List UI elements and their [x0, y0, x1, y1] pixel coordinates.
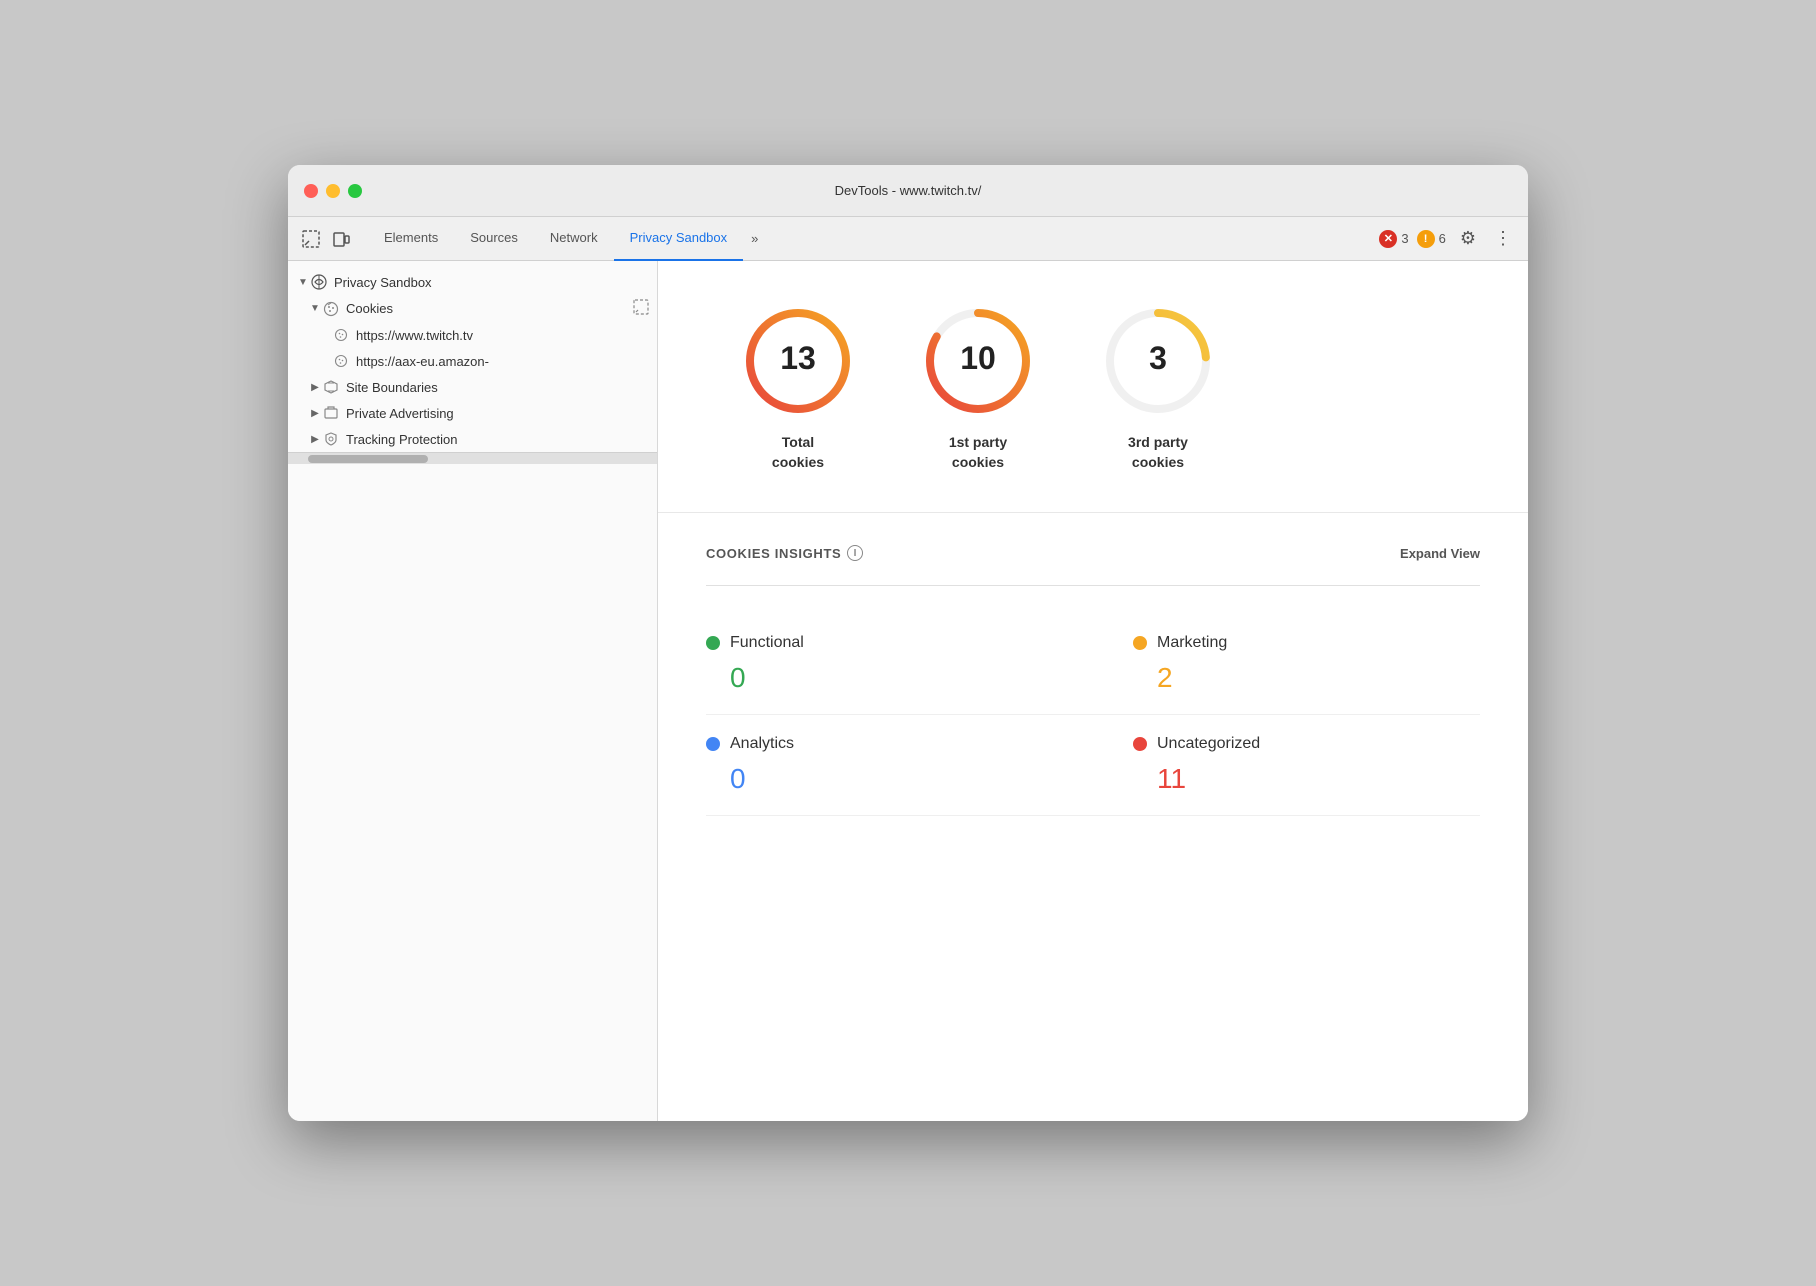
insights-info-icon[interactable]: i: [847, 545, 863, 561]
insights-header: COOKIES INSIGHTS i Expand View: [706, 545, 1480, 561]
sidebar-item-twitch-url[interactable]: https://www.twitch.tv: [288, 322, 657, 348]
uncategorized-header: Uncategorized: [1133, 735, 1480, 753]
insights-divider: [706, 585, 1480, 586]
expand-view-button[interactable]: Expand View: [1400, 546, 1480, 561]
sidebar-amazon-label: https://aax-eu.amazon-: [356, 354, 649, 369]
uncategorized-dot: [1133, 737, 1147, 751]
sidebar-scrollbar: [288, 452, 657, 464]
marketing-header: Marketing: [1133, 634, 1480, 652]
third-party-circle: 3: [1098, 301, 1218, 421]
svg-text:10: 10: [960, 340, 996, 376]
functional-value: 0: [706, 662, 1093, 694]
device-icon[interactable]: [330, 228, 352, 250]
close-button[interactable]: [304, 184, 318, 198]
chevron-right-icon: ▶: [308, 432, 322, 446]
sidebar-item-cookies[interactable]: ▼ Cookies: [288, 295, 657, 322]
third-party-cookies-stat: 3 3rd partycookies: [1098, 301, 1218, 472]
private-advertising-icon: [322, 404, 340, 422]
scrollbar-thumb[interactable]: [308, 455, 428, 463]
insight-analytics: Analytics 0: [706, 715, 1093, 816]
tab-network[interactable]: Network: [534, 217, 614, 261]
analytics-header: Analytics: [706, 735, 1093, 753]
total-cookies-stat: 13 Totalcookies: [738, 301, 858, 472]
content-area: 13 Totalcookies: [658, 261, 1528, 1121]
insight-functional: Functional 0: [706, 614, 1093, 715]
sidebar-cookies-label: Cookies: [346, 301, 633, 316]
sidebar-item-site-boundaries[interactable]: ▶ Site Boundaries: [288, 374, 657, 400]
functional-dot: [706, 636, 720, 650]
marketing-dot: [1133, 636, 1147, 650]
toolbar-icons: [300, 228, 352, 250]
minimize-button[interactable]: [326, 184, 340, 198]
warning-badge[interactable]: ! 6: [1417, 230, 1446, 248]
sidebar-item-private-advertising[interactable]: ▶ Private Advertising: [288, 400, 657, 426]
window-title: DevTools - www.twitch.tv/: [835, 183, 982, 198]
cookies-stats: 13 Totalcookies: [658, 261, 1528, 513]
more-options-button[interactable]: ⋮: [1490, 228, 1516, 249]
tracking-protection-icon: [322, 430, 340, 448]
maximize-button[interactable]: [348, 184, 362, 198]
insight-uncategorized: Uncategorized 11: [1093, 715, 1480, 816]
insights-grid: Functional 0 Marketing 2: [706, 614, 1480, 816]
sidebar-tracking-protection-label: Tracking Protection: [346, 432, 649, 447]
sidebar-private-advertising-label: Private Advertising: [346, 406, 649, 421]
cookie-url-amazon-icon: [332, 352, 350, 370]
titlebar: DevTools - www.twitch.tv/: [288, 165, 1528, 217]
chevron-right-icon: ▶: [308, 380, 322, 394]
tab-privacy-sandbox[interactable]: Privacy Sandbox: [614, 217, 744, 261]
inspect-icon[interactable]: [300, 228, 322, 250]
cookies-action-icon[interactable]: [633, 299, 649, 318]
toolbar-tabs: Elements Sources Network Privacy Sandbox…: [368, 217, 1379, 261]
sidebar: ▼ Privacy Sandbox ▼: [288, 261, 658, 1121]
error-icon: ✕: [1379, 230, 1397, 248]
insights-title: COOKIES INSIGHTS i: [706, 545, 863, 561]
traffic-lights: [304, 184, 362, 198]
marketing-value: 2: [1133, 662, 1480, 694]
svg-text:13: 13: [780, 340, 816, 376]
insights-section: COOKIES INSIGHTS i Expand View Functiona…: [658, 513, 1528, 848]
sidebar-twitch-label: https://www.twitch.tv: [356, 328, 649, 343]
tab-elements[interactable]: Elements: [368, 217, 454, 261]
toolbar-right: ✕ 3 ! 6 ⚙ ⋮: [1379, 228, 1516, 249]
tab-more-button[interactable]: »: [743, 217, 766, 261]
settings-button[interactable]: ⚙: [1454, 228, 1482, 249]
functional-label: Functional: [730, 634, 804, 652]
functional-header: Functional: [706, 634, 1093, 652]
first-party-circle: 10: [918, 301, 1038, 421]
main-layout: ▼ Privacy Sandbox ▼: [288, 261, 1528, 1121]
site-boundaries-icon: [322, 378, 340, 396]
devtools-window: DevTools - www.twitch.tv/ Elements: [288, 165, 1528, 1121]
toolbar: Elements Sources Network Privacy Sandbox…: [288, 217, 1528, 261]
privacy-sandbox-icon: [310, 273, 328, 291]
chevron-down-icon: ▼: [308, 302, 322, 316]
first-party-cookies-stat: 10 1st partycookies: [918, 301, 1038, 472]
analytics-label: Analytics: [730, 735, 794, 753]
sidebar-item-privacy-sandbox-root[interactable]: ▼ Privacy Sandbox: [288, 269, 657, 295]
cookie-url-icon: [332, 326, 350, 344]
insight-marketing: Marketing 2: [1093, 614, 1480, 715]
sidebar-privacy-sandbox-label: Privacy Sandbox: [334, 275, 649, 290]
svg-text:3: 3: [1149, 340, 1167, 376]
sidebar-site-boundaries-label: Site Boundaries: [346, 380, 649, 395]
analytics-value: 0: [706, 763, 1093, 795]
total-cookies-circle: 13: [738, 301, 858, 421]
total-cookies-label: Totalcookies: [772, 433, 824, 472]
cookies-icon: [322, 300, 340, 318]
sidebar-item-tracking-protection[interactable]: ▶ Tracking Protection: [288, 426, 657, 452]
sidebar-item-amazon-url[interactable]: https://aax-eu.amazon-: [288, 348, 657, 374]
tab-sources[interactable]: Sources: [454, 217, 534, 261]
chevron-down-icon: ▼: [296, 275, 310, 289]
warning-icon: !: [1417, 230, 1435, 248]
third-party-label: 3rd partycookies: [1128, 433, 1188, 472]
error-badge[interactable]: ✕ 3: [1379, 230, 1408, 248]
uncategorized-value: 11: [1133, 763, 1480, 795]
uncategorized-label: Uncategorized: [1157, 735, 1260, 753]
analytics-dot: [706, 737, 720, 751]
first-party-label: 1st partycookies: [949, 433, 1007, 472]
chevron-right-icon: ▶: [308, 406, 322, 420]
marketing-label: Marketing: [1157, 634, 1227, 652]
